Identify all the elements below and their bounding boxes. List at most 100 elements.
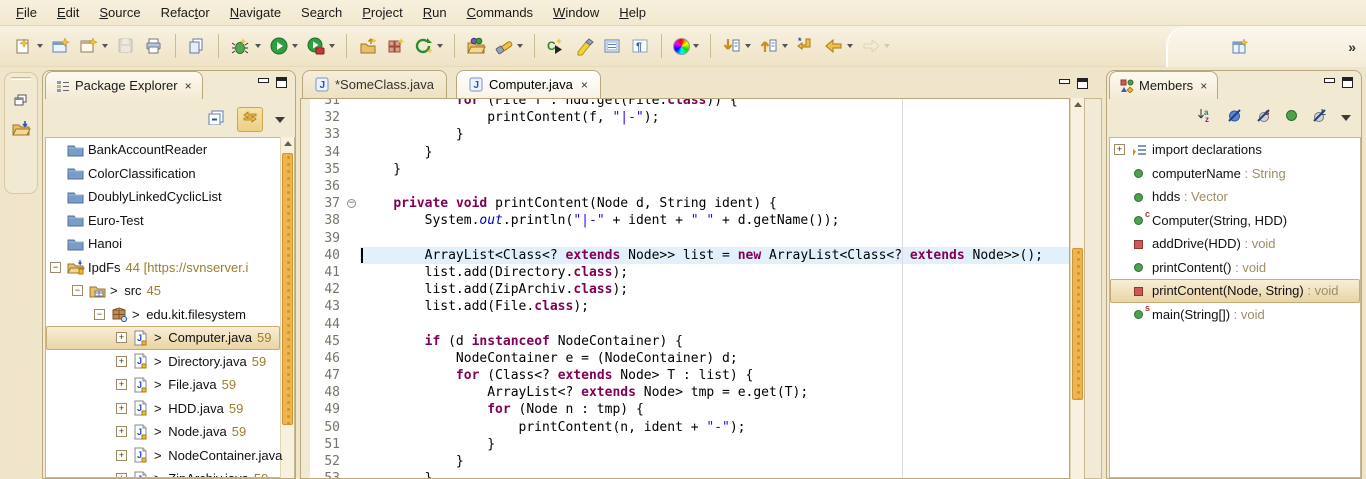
scroll-up-arrow[interactable] <box>1074 102 1082 107</box>
tree-item-euro-test[interactable]: +Euro-Test <box>46 209 294 233</box>
color-wheel-icon[interactable] <box>670 33 702 59</box>
member-computer-string-hdd-[interactable]: +cComputer(String, HDD) <box>1110 209 1360 233</box>
pe-scrollbar[interactable] <box>280 137 294 478</box>
last-edit-location-icon[interactable]: * <box>793 33 819 59</box>
editor-tab--someclass-java[interactable]: J*SomeClass.java <box>302 70 447 98</box>
code-line-52[interactable]: 52 } <box>301 453 1069 470</box>
mark-occurrences-icon[interactable] <box>571 33 597 59</box>
tree-item-computer-java[interactable]: +J> Computer.java59 <box>46 326 294 350</box>
debug-icon[interactable] <box>227 33 264 59</box>
code-line-32[interactable]: 32 printContent(f, "|-"); <box>301 109 1069 126</box>
code-line-45[interactable]: 45 if (d instanceof NodeContainer) { <box>301 333 1069 350</box>
member-import-declarations[interactable]: +import declarations <box>1110 138 1360 162</box>
hide-fields-icon[interactable] <box>1227 108 1242 128</box>
code-line-37[interactable]: 37− private void printContent(Node d, St… <box>301 195 1069 212</box>
member-hdds[interactable]: +hdds : Vector <box>1110 185 1360 209</box>
maximize-icon[interactable] <box>1342 77 1353 88</box>
maximize-icon[interactable] <box>1077 78 1088 89</box>
tree-item-doublylinkedcycliclist[interactable]: +DoublyLinkedCyclicList <box>46 185 294 209</box>
collapse-icon[interactable]: − <box>50 262 61 273</box>
dropdown-arrow-icon[interactable] <box>517 44 523 48</box>
menu-edit[interactable]: Edit <box>47 2 89 23</box>
expand-icon[interactable]: + <box>116 379 127 390</box>
menu-refactor[interactable]: Refactor <box>151 2 220 23</box>
member-computername[interactable]: +computerName : String <box>1110 162 1360 186</box>
block-selection-icon[interactable] <box>599 33 625 59</box>
tree-item-colorclassification[interactable]: +ColorClassification <box>46 162 294 186</box>
hide-static-icon[interactable]: s <box>1256 108 1271 128</box>
view-menu-icon[interactable] <box>1341 115 1351 121</box>
member-printcontent-node-string-[interactable]: +printContent(Node, String) : void <box>1110 279 1360 303</box>
show-non-public-icon[interactable] <box>1285 109 1298 127</box>
dropdown-arrow-icon[interactable] <box>255 44 261 48</box>
new-project-icon[interactable] <box>76 33 111 59</box>
menu-file[interactable]: File <box>6 2 47 23</box>
scroll-up-arrow[interactable] <box>284 141 292 146</box>
collapse-icon[interactable]: − <box>72 285 83 296</box>
tree-item-node-java[interactable]: +J> Node.java59 <box>46 420 294 444</box>
prev-annotation-icon[interactable] <box>756 33 791 59</box>
export-jar-icon[interactable] <box>355 33 381 59</box>
close-icon[interactable]: × <box>1200 79 1207 93</box>
tree-item-src[interactable]: −> src45 <box>46 279 294 303</box>
member-adddrive-hdd-[interactable]: +addDrive(HDD) : void <box>1110 232 1360 256</box>
restore-view-icon[interactable] <box>9 88 33 112</box>
tree-item-directory-java[interactable]: +J> Directory.java59 <box>46 350 294 374</box>
menu-navigate[interactable]: Navigate <box>220 2 291 23</box>
menu-help[interactable]: Help <box>609 2 656 23</box>
editor-scrollbar[interactable] <box>1070 98 1084 479</box>
tree-item-bankaccountreader[interactable]: +BankAccountReader <box>46 138 294 162</box>
dropdown-arrow-icon[interactable] <box>693 44 699 48</box>
collapse-icon[interactable]: − <box>94 309 105 320</box>
expand-icon[interactable]: + <box>116 403 127 414</box>
member-printcontent-[interactable]: +printContent() : void <box>1110 256 1360 280</box>
tree-item-nodecontainer-java[interactable]: +J> NodeContainer.java <box>46 444 294 468</box>
member-main-string-[interactable]: +smain(String[]) : void <box>1110 303 1360 327</box>
search-flashlight-icon[interactable] <box>491 33 526 59</box>
new-class-icon[interactable] <box>48 33 74 59</box>
editor-tab-computer-java[interactable]: JComputer.java× <box>456 70 601 98</box>
code-line-51[interactable]: 51 } <box>301 436 1069 453</box>
expand-icon[interactable]: + <box>116 473 127 478</box>
code-line-39[interactable]: 39 <box>301 230 1069 247</box>
expand-icon[interactable]: + <box>1114 144 1125 155</box>
code-line-31[interactable]: 31 for (File f : hdd.get(File.class)) { <box>301 98 1069 109</box>
code-line-44[interactable]: 44 <box>301 315 1069 332</box>
code-line-38[interactable]: 38 System.out.println("|-" + ident + " "… <box>301 212 1069 229</box>
sort-alphabetical-icon[interactable]: az <box>1197 107 1213 128</box>
show-whitespace-icon[interactable]: ¶ <box>627 33 653 59</box>
open-type-icon[interactable] <box>463 33 489 59</box>
members-tab[interactable]: Members × <box>1109 71 1218 99</box>
dropdown-arrow-icon[interactable] <box>437 44 443 48</box>
expand-icon[interactable]: + <box>116 332 127 343</box>
code-line-47[interactable]: 47 for (Class<? extends Node> T : list) … <box>301 367 1069 384</box>
code-line-53[interactable]: 53 } <box>301 470 1069 479</box>
refresh-icon[interactable] <box>411 33 446 59</box>
editor-scrollbar-thumb[interactable] <box>1072 248 1083 400</box>
dropdown-arrow-icon[interactable] <box>884 44 890 48</box>
menu-window[interactable]: Window <box>543 2 609 23</box>
link-with-editor-icon[interactable] <box>237 107 263 132</box>
print-icon[interactable] <box>141 33 167 59</box>
menu-commands[interactable]: Commands <box>457 2 543 23</box>
new-annotation-grid-icon[interactable] <box>383 33 409 59</box>
dropdown-arrow-icon[interactable] <box>102 44 108 48</box>
code-line-43[interactable]: 43 list.add(File.class); <box>301 298 1069 315</box>
code-line-46[interactable]: 46 NodeContainer e = (NodeContainer) d; <box>301 350 1069 367</box>
run-external-icon[interactable] <box>303 33 338 59</box>
next-annotation-icon[interactable] <box>719 33 754 59</box>
maximize-icon[interactable] <box>276 77 287 88</box>
copy-documents-icon[interactable] <box>184 33 210 59</box>
tree-item-file-java[interactable]: +J> File.java59 <box>46 373 294 397</box>
new-wizard-icon[interactable] <box>11 33 46 59</box>
dropdown-arrow-icon[interactable] <box>782 44 788 48</box>
view-menu-icon[interactable] <box>275 117 285 123</box>
perspective-table-icon[interactable] <box>1228 34 1252 60</box>
menu-run[interactable]: Run <box>413 2 457 23</box>
code-line-40[interactable]: 40 ArrayList<Class<? extends Node>> list… <box>301 247 1069 264</box>
expand-icon[interactable]: + <box>116 450 127 461</box>
pe-scrollbar-thumb[interactable] <box>282 153 293 425</box>
tree-item-hdd-java[interactable]: +J> HDD.java59 <box>46 397 294 421</box>
minimize-icon[interactable] <box>1323 77 1334 88</box>
dropdown-arrow-icon[interactable] <box>37 44 43 48</box>
